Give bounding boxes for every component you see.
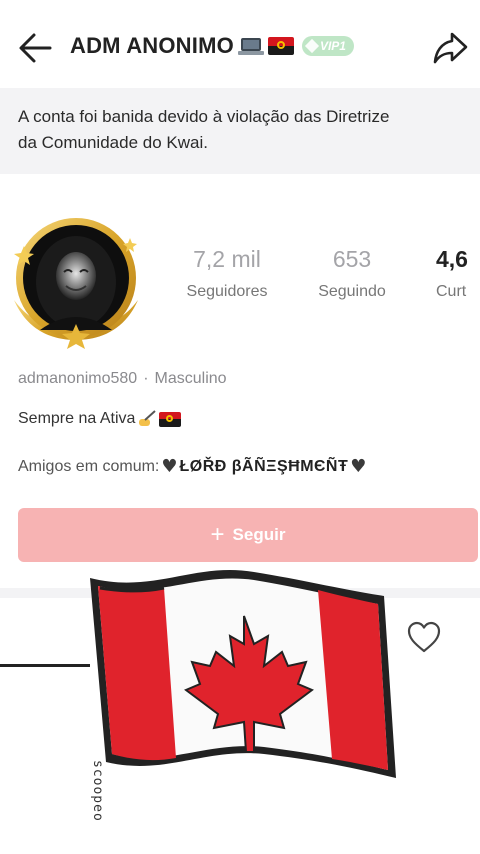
vip-diamond-icon xyxy=(304,38,320,54)
ban-notice: A conta foi banida devido à violação das… xyxy=(0,88,480,174)
follow-label: Seguir xyxy=(232,525,286,544)
follow-button[interactable]: + Seguir xyxy=(18,508,478,562)
angola-flag-icon xyxy=(159,411,182,427)
share-button[interactable] xyxy=(430,28,470,68)
angola-flag-icon xyxy=(267,37,294,55)
profile-stats: 7,2 mil Seguidores 653 Seguindo 4,6 Curt xyxy=(0,246,480,316)
stat-likes[interactable]: 4,6 Curt xyxy=(436,246,480,301)
profile-title-group: ADM ANONIMO VIP1 xyxy=(70,33,354,59)
mutual-friend-name: ŁØŘĐ βÃÑΞŞĦMЄÑŦ xyxy=(179,457,349,475)
heart-outline-icon xyxy=(407,621,441,653)
followers-count: 7,2 mil xyxy=(193,246,261,272)
profile-bio: Sempre na Ativa xyxy=(18,410,182,428)
stat-followers[interactable]: 7,2 mil Seguidores xyxy=(172,246,282,301)
gender: Masculino xyxy=(154,370,227,387)
canada-flag-sticker xyxy=(90,570,396,778)
meta-separator: · xyxy=(143,370,149,387)
top-bar: ADM ANONIMO VIP1 xyxy=(0,0,480,88)
stat-following[interactable]: 653 Seguindo xyxy=(304,246,400,301)
mutual-prefix: Amigos em comum: xyxy=(18,457,160,475)
back-button[interactable] xyxy=(16,28,56,68)
likes-tab[interactable] xyxy=(406,620,442,656)
username: admanonimo580 xyxy=(18,370,138,387)
watermark-vertical-text: scoopeo xyxy=(90,760,105,822)
likes-label: Curt xyxy=(436,283,467,300)
black-heart-icon: ♥ xyxy=(161,456,178,477)
laptop-icon xyxy=(237,37,264,55)
arrow-left-icon xyxy=(19,33,52,63)
followers-label: Seguidores xyxy=(186,283,268,300)
mutual-friends[interactable]: Amigos em comum: ♥ ŁØŘĐ βÃÑΞŞĦMЄÑŦ ♥ xyxy=(18,456,368,477)
writing-hand-icon xyxy=(139,410,157,426)
share-icon xyxy=(433,32,468,64)
vip-badge[interactable]: VIP1 xyxy=(301,36,354,56)
black-heart-icon: ♥ xyxy=(350,456,367,477)
plus-icon: + xyxy=(210,521,225,548)
profile-meta: admanonimo580 · Masculino xyxy=(18,370,227,388)
following-label: Seguindo xyxy=(318,283,386,300)
following-count: 653 xyxy=(332,246,372,272)
profile-title: ADM ANONIMO xyxy=(70,33,234,58)
ban-notice-line-1: A conta foi banida devido à violação das… xyxy=(18,107,390,126)
vip-label: VIP1 xyxy=(319,39,346,53)
likes-count: 4,6 xyxy=(436,246,468,272)
active-tab-indicator xyxy=(0,664,90,667)
ban-notice-line-2: da Comunidade do Kwai. xyxy=(18,133,208,152)
bio-text: Sempre na Ativa xyxy=(18,410,136,427)
